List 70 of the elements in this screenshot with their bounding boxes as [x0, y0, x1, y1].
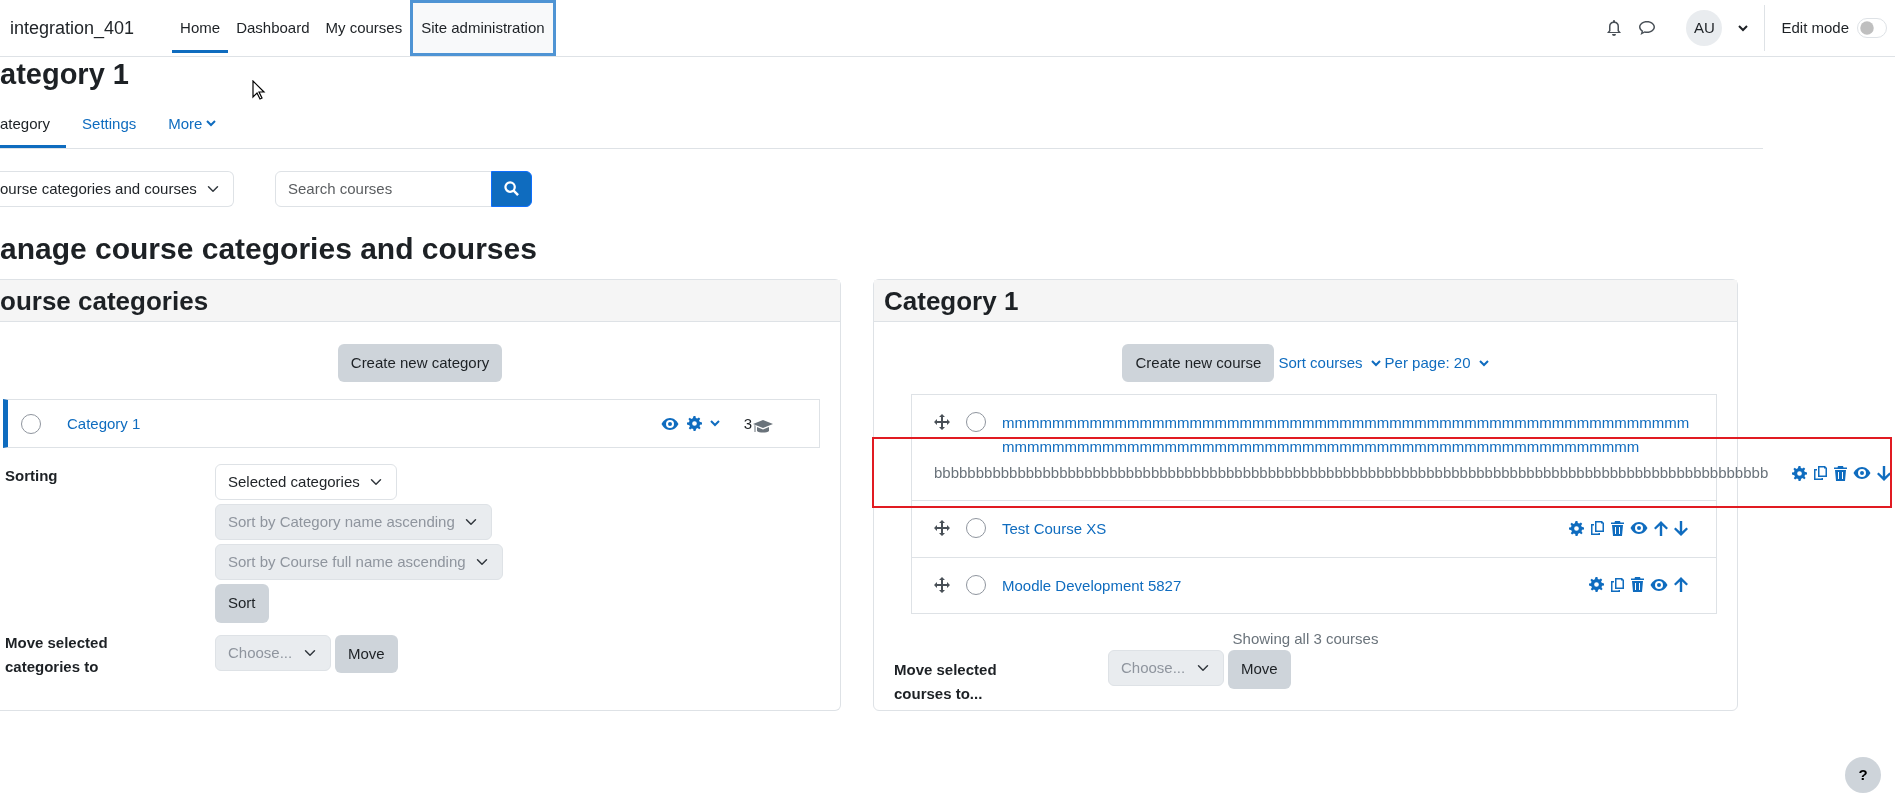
- move-label: Move selected courses to...: [894, 660, 998, 705]
- copy-icon[interactable]: [1813, 465, 1829, 482]
- panel-heading: Category 1: [874, 279, 1737, 322]
- arrow-up-icon[interactable]: [1674, 577, 1688, 593]
- course-link[interactable]: Test Course XS: [1002, 517, 1107, 541]
- mouse-cursor-icon: [252, 80, 266, 100]
- settings-icon[interactable]: [1589, 577, 1604, 593]
- course-link[interactable]: Moodle Development 5827: [1002, 573, 1182, 597]
- delete-icon[interactable]: [1611, 520, 1624, 536]
- arrow-down-icon[interactable]: [1877, 465, 1892, 481]
- help-button[interactable]: ?: [1845, 757, 1881, 793]
- settings-icon[interactable]: [1792, 465, 1808, 481]
- edit-mode-label: Edit mode: [1781, 17, 1849, 38]
- delete-icon[interactable]: [1631, 577, 1644, 593]
- edit-mode-switch[interactable]: [1857, 18, 1887, 38]
- checkbox[interactable]: [966, 574, 986, 595]
- checkbox[interactable]: [21, 413, 41, 434]
- course-count: 3: [743, 413, 752, 434]
- tab[interactable]: More: [152, 102, 233, 148]
- eye-icon[interactable]: [1630, 521, 1648, 536]
- tab[interactable]: Settings: [66, 102, 153, 148]
- chevron-down-icon: [1478, 359, 1489, 367]
- move-icon[interactable]: [934, 520, 950, 537]
- move-label: Move selected categories to: [5, 632, 109, 677]
- search-button[interactable]: [491, 170, 532, 207]
- chevron-down-icon: [1370, 359, 1381, 367]
- panel-heading: ourse categories: [0, 279, 840, 322]
- page-heading: ategory 1: [0, 59, 129, 91]
- chat-bubble-icon[interactable]: [1638, 19, 1657, 37]
- dropdown-link[interactable]: Sort courses: [1278, 351, 1381, 375]
- checkbox[interactable]: [966, 518, 986, 539]
- create-category-button[interactable]: Create new category: [337, 343, 503, 383]
- settings-icon[interactable]: [686, 416, 702, 432]
- sort-scope-select[interactable]: Selected categories: [215, 464, 397, 501]
- nav-link[interactable]: Dashboard: [228, 0, 318, 56]
- checkbox[interactable]: [966, 412, 986, 433]
- nav-link[interactable]: Site administration: [410, 0, 556, 56]
- nav-link[interactable]: Home: [172, 0, 229, 56]
- arrow-down-icon[interactable]: [1674, 520, 1688, 536]
- create-course-button[interactable]: Create new course: [1122, 343, 1275, 383]
- site-name[interactable]: integration_401: [10, 14, 135, 42]
- dropdown-link[interactable]: Per page: 20: [1384, 351, 1489, 375]
- move-button[interactable]: Move: [1228, 650, 1291, 689]
- nav-link[interactable]: My courses: [317, 0, 411, 56]
- course-detail: bbbbbbbbbbbbbbbbbbbbbbbbbbbbbbbbbbbbbbbbbbbbbbbbbbbbbbbbbbbbbbbbbbbbbbbbbbbbbbbbbbbbbbbbbbbbbbbbbbbb: [934, 462, 1769, 483]
- view-select[interactable]: ourse categories and courses: [0, 170, 234, 207]
- category-link[interactable]: Category 1: [67, 412, 141, 436]
- course-count-summary: Showing all 3 courses: [1232, 629, 1379, 647]
- eye-icon[interactable]: [1650, 577, 1668, 592]
- sort-button[interactable]: Sort: [215, 584, 269, 623]
- search-field[interactable]: Search courses: [275, 170, 492, 207]
- search-icon: [504, 181, 519, 197]
- eye-icon[interactable]: [1853, 466, 1872, 481]
- delete-icon[interactable]: [1834, 465, 1848, 481]
- copy-icon[interactable]: [1610, 576, 1625, 593]
- arrow-up-icon[interactable]: [1654, 520, 1668, 536]
- tab[interactable]: ategory: [0, 102, 67, 148]
- move-icon[interactable]: [934, 414, 950, 431]
- sorting-label: Sorting: [5, 466, 59, 487]
- copy-icon[interactable]: [1590, 520, 1605, 537]
- settings-icon[interactable]: [1569, 520, 1584, 536]
- category-row[interactable]: Category 1 3: [3, 399, 820, 449]
- page-title: anage course categories and courses: [0, 230, 538, 267]
- eye-icon[interactable]: [660, 416, 679, 431]
- course-link[interactable]: mmmmmmmmmmmmmmmmmmmmmmmmmmmmmmmmmmmmmmmmmmmmmmmmmmmmmmmmmmmmmmmmmmmmmmmmmmmmmmmmmmmmmmmmmmmmmmmmmmmmmmmmmm: [1002, 411, 1694, 458]
- user-avatar[interactable]: AU: [1686, 10, 1723, 46]
- move-button[interactable]: Move: [335, 634, 398, 674]
- move-icon[interactable]: [934, 576, 950, 593]
- chevron-down-icon[interactable]: [1738, 24, 1749, 32]
- notification-bell-icon[interactable]: [1606, 19, 1623, 37]
